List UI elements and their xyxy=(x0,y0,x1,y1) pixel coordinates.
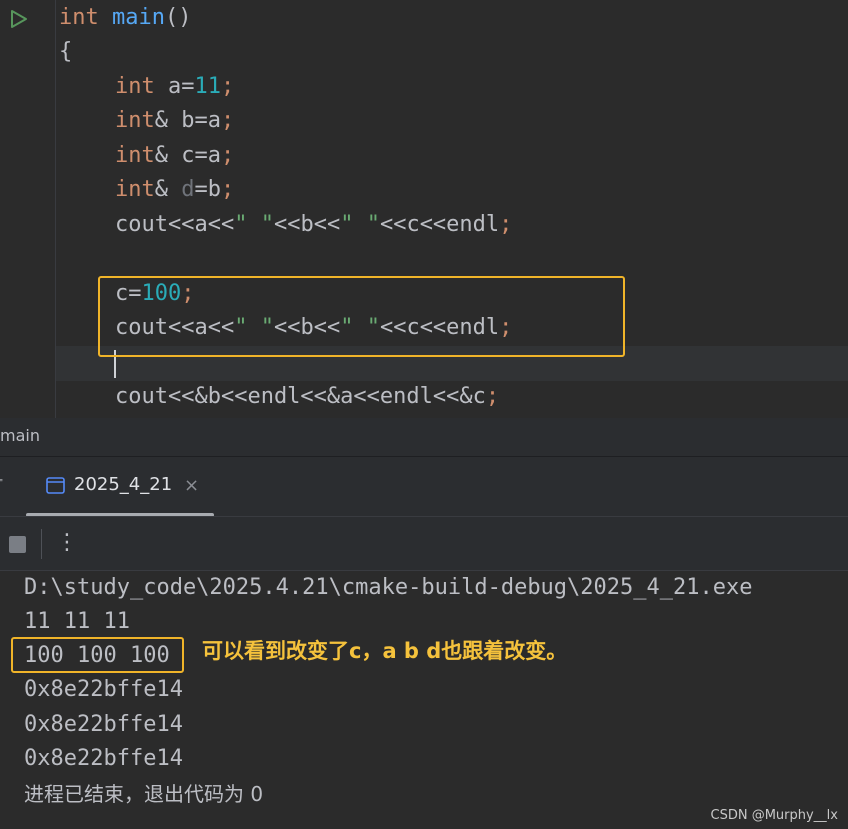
code-line-7: cout<<a<<" "<<b<<" "<<c<<endl; xyxy=(115,212,513,237)
close-icon[interactable]: × xyxy=(184,475,199,496)
output-highlight-box xyxy=(11,637,184,673)
breadcrumb-bar: main xyxy=(0,418,848,456)
toolbar-divider xyxy=(41,529,42,559)
stop-icon[interactable] xyxy=(9,536,26,553)
console-line-1: 11 11 11 xyxy=(24,609,130,634)
console-line-5: 0x8e22bffe14 xyxy=(24,746,183,771)
tab-run-2025-4-21[interactable]: 2025_4_21 × xyxy=(26,457,214,517)
code-line-5: int& c=a; xyxy=(115,143,235,168)
code-line-2: { xyxy=(59,39,73,64)
console-line-3: 0x8e22bffe14 xyxy=(24,677,183,702)
code-line-6: int& d=b; xyxy=(115,177,235,202)
tab-overflow-icon[interactable]: ⁼ xyxy=(0,475,3,491)
code-highlight-box xyxy=(98,276,625,357)
watermark: CSDN @Murphy__lx xyxy=(710,808,839,823)
code-line-3: int a=11; xyxy=(115,74,235,99)
console-line-4: 0x8e22bffe14 xyxy=(24,712,183,737)
code-line-1: int main() xyxy=(59,5,192,30)
console-output[interactable]: D:\study_code\2025.4.21\cmake-build-debu… xyxy=(0,570,848,829)
annotation-text: 可以看到改变了c，a b d也跟着改变。 xyxy=(202,639,568,663)
breadcrumb-main[interactable]: main xyxy=(0,426,40,445)
run-triangle-icon[interactable] xyxy=(8,9,28,29)
run-tab-label: 2025_4_21 xyxy=(74,474,173,495)
run-tabs-bar: ⁼ 2025_4_21 × xyxy=(0,456,848,517)
more-vertical-icon[interactable]: ⋮ xyxy=(56,528,78,558)
console-line-path: D:\study_code\2025.4.21\cmake-build-debu… xyxy=(24,575,753,600)
console-window-icon xyxy=(46,477,65,494)
code-line-12: cout<<&b<<endl<<&a<<endl<<&c; xyxy=(115,384,500,409)
code-line-4: int& b=a; xyxy=(115,108,235,133)
run-toolbar: ⋮ xyxy=(0,516,848,571)
console-exit-line: 进程已结束，退出代码为 0 xyxy=(24,782,264,806)
code-editor[interactable]: int main() { int a=11; int& b=a; int& c=… xyxy=(0,0,848,418)
editor-gutter xyxy=(0,0,56,418)
